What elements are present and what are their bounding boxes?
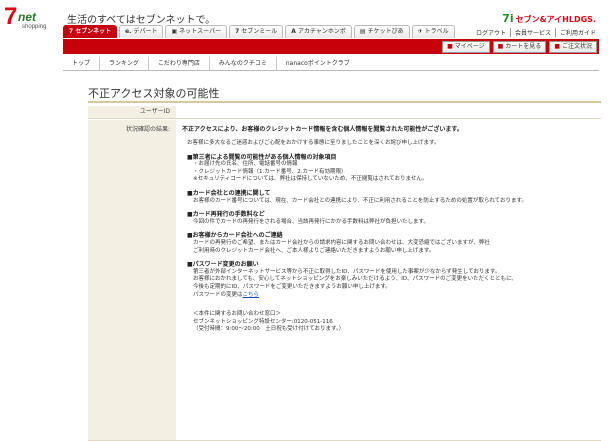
section-title-contact-card-company: ■お客様からカード会社へのご連絡 <box>187 232 283 240</box>
tab-akachan-honpo[interactable]: A アカチャンホンポ <box>285 25 352 38</box>
tab-label: セブンネット <box>75 28 112 35</box>
ticket-icon: ▤ <box>359 28 366 35</box>
tab-label: トラベル <box>424 28 449 35</box>
tagline: 生活のすべてはセブンネットで。 <box>67 15 216 26</box>
section-title-password: ■パスワード変更のお願い <box>187 261 259 269</box>
brand-text: セブン&アイHLDGS. <box>515 15 596 24</box>
logo-net: net <box>18 10 36 24</box>
guide-link[interactable]: ご利用ガイド <box>554 28 600 37</box>
member-service-link[interactable]: 会員サービス <box>509 28 555 37</box>
tab-depart[interactable]: e. デパート <box>119 25 164 38</box>
subnav-specialty-shops[interactable]: こだわり専門店 <box>147 57 209 70</box>
account-actions: ■ マイページ ■ カートを見る ■ ご注文状況 <box>442 41 597 53</box>
page: 7 net shopping 生活のすべてはセブンネットで。 7i セブン&アイH… <box>0 0 610 441</box>
order-icon: ■ <box>554 43 560 50</box>
order-status-label: ご注文状況 <box>561 43 592 50</box>
mypage-label: マイページ <box>454 43 485 50</box>
sub-navigation: トップ ランキング こだわり専門店 みんなのクチコミ nanacoポイントクラブ <box>63 57 599 71</box>
reissue-fee-text: 今回の件でカードの再発行をされる場合、当該再発行にかかる手数料は弊社が負担いたし… <box>193 218 429 225</box>
user-id-row: ユーザーID <box>88 106 601 119</box>
tab-label: デパート <box>133 28 158 35</box>
user-id-value <box>176 106 601 118</box>
password-change-link[interactable]: こちら <box>243 292 260 298</box>
view-cart-button[interactable]: ■ カートを見る <box>492 41 547 53</box>
cart-icon: ▣ <box>171 28 178 35</box>
header-red-bar: ■ マイページ ■ カートを見る ■ ご注文状況 <box>63 39 599 54</box>
contact-card-text-2: ご利用時のクレジットカード会社へ、ご本人様よりご連絡いただきますようお願い申し上… <box>193 247 435 254</box>
tab-seven-net[interactable]: 7 セブンネット <box>63 25 118 38</box>
top-links: ログアウト 会員サービス ご利用ガイド <box>472 28 600 37</box>
title-divider <box>88 101 601 103</box>
view-cart-label: カートを見る <box>505 43 542 50</box>
contact-card-text-1: カードの再発行のご希望、またはカード会社からの請求内容に関するお問い合わせは、大… <box>193 239 490 246</box>
akachan-icon: A <box>291 28 296 35</box>
logo-shopping: shopping <box>22 24 47 30</box>
item-address: ・お届け先の氏名、住所、電話番号の情報 <box>193 161 298 168</box>
status-label: 状況確認の結果: <box>88 120 176 440</box>
subnav-top[interactable]: トップ <box>63 57 99 70</box>
contact-title: ＜本件に関するお問い合わせ窓口＞ <box>193 311 282 318</box>
section-title-card-company: ■カード会社との連携に関して <box>187 189 271 197</box>
password-text-4: パスワードの変更は <box>193 291 243 298</box>
tab-label: チケットぴあ <box>367 28 404 35</box>
airplane-icon: ✈ <box>417 28 423 35</box>
section-title-reissue-fee: ■カード再発行の手数料など <box>187 211 265 219</box>
user-id-label: ユーザーID <box>88 106 176 118</box>
seven-i-holdings-logo[interactable]: 7i セブン&アイHLDGS. <box>502 12 596 25</box>
seven-icon: 7 <box>69 28 74 35</box>
subnav-ranking[interactable]: ランキング <box>99 57 148 70</box>
order-status-button[interactable]: ■ ご注文状況 <box>549 41 597 53</box>
logo-seven: 7 <box>4 3 18 30</box>
contact-hours: （受付時間：9:00～20:00 土日祝も受け付けております。） <box>193 326 345 333</box>
card-company-text: お客様のカード番号については、現在、カード会社との連携により、不正に利用されるこ… <box>193 197 527 204</box>
tab-seven-meal[interactable]: 7 セブンミール <box>229 25 284 38</box>
page-title: 不正アクセス対象の可能性 <box>88 87 220 100</box>
mypage-button[interactable]: ■ マイページ <box>442 41 490 53</box>
subnav-nanaco-point[interactable]: nanacoポイントクラブ <box>275 57 359 70</box>
tab-ticket-pia[interactable]: ▤ チケットぴあ <box>353 25 410 38</box>
password-text-2: お客様におかれましても、安心してネットショッピングをお楽しみいただけるよう、ID… <box>193 276 517 283</box>
subnav-reviews[interactable]: みんなのクチコミ <box>208 57 276 70</box>
cart-icon: ■ <box>497 43 504 50</box>
mypage-icon: ■ <box>447 43 453 50</box>
tab-travel[interactable]: ✈ トラベル <box>411 25 455 38</box>
tab-net-super[interactable]: ▣ ネットスーパー <box>165 25 228 38</box>
password-change-line: パスワードの変更はこちら <box>187 292 592 300</box>
item-security-code-note: ※セキュリティコードについては、弊社は保持していないため、不正閲覧はされておりま… <box>193 176 428 183</box>
e-depart-icon: e. <box>125 28 132 35</box>
seven-i-mark: 7i <box>502 12 514 25</box>
seven-icon: 7 <box>235 28 240 35</box>
tab-label: アカチャンホンポ <box>297 28 346 35</box>
logout-link[interactable]: ログアウト <box>472 28 510 37</box>
seven-net-logo[interactable]: 7 net shopping <box>4 3 47 34</box>
service-tabs: 7 セブンネット e. デパート ▣ ネットスーパー 7 セブンミール A アカチャンホン… <box>63 25 455 38</box>
tab-label: ネットスーパー <box>179 28 222 35</box>
tab-label: セブンミール <box>241 28 278 35</box>
notice-content: お客様に多大なるご迷惑およびご心配をおかけする事態に至りましたことを深くお詫び申… <box>187 140 592 334</box>
password-text-3: 今後も定期的にID、パスワードをご変更いただきますようお願い申し上げます。 <box>193 283 391 290</box>
intro-text: お客様に多大なるご迷惑およびご心配をおかけする事態に至りましたことを深くお詫び申… <box>187 140 440 146</box>
